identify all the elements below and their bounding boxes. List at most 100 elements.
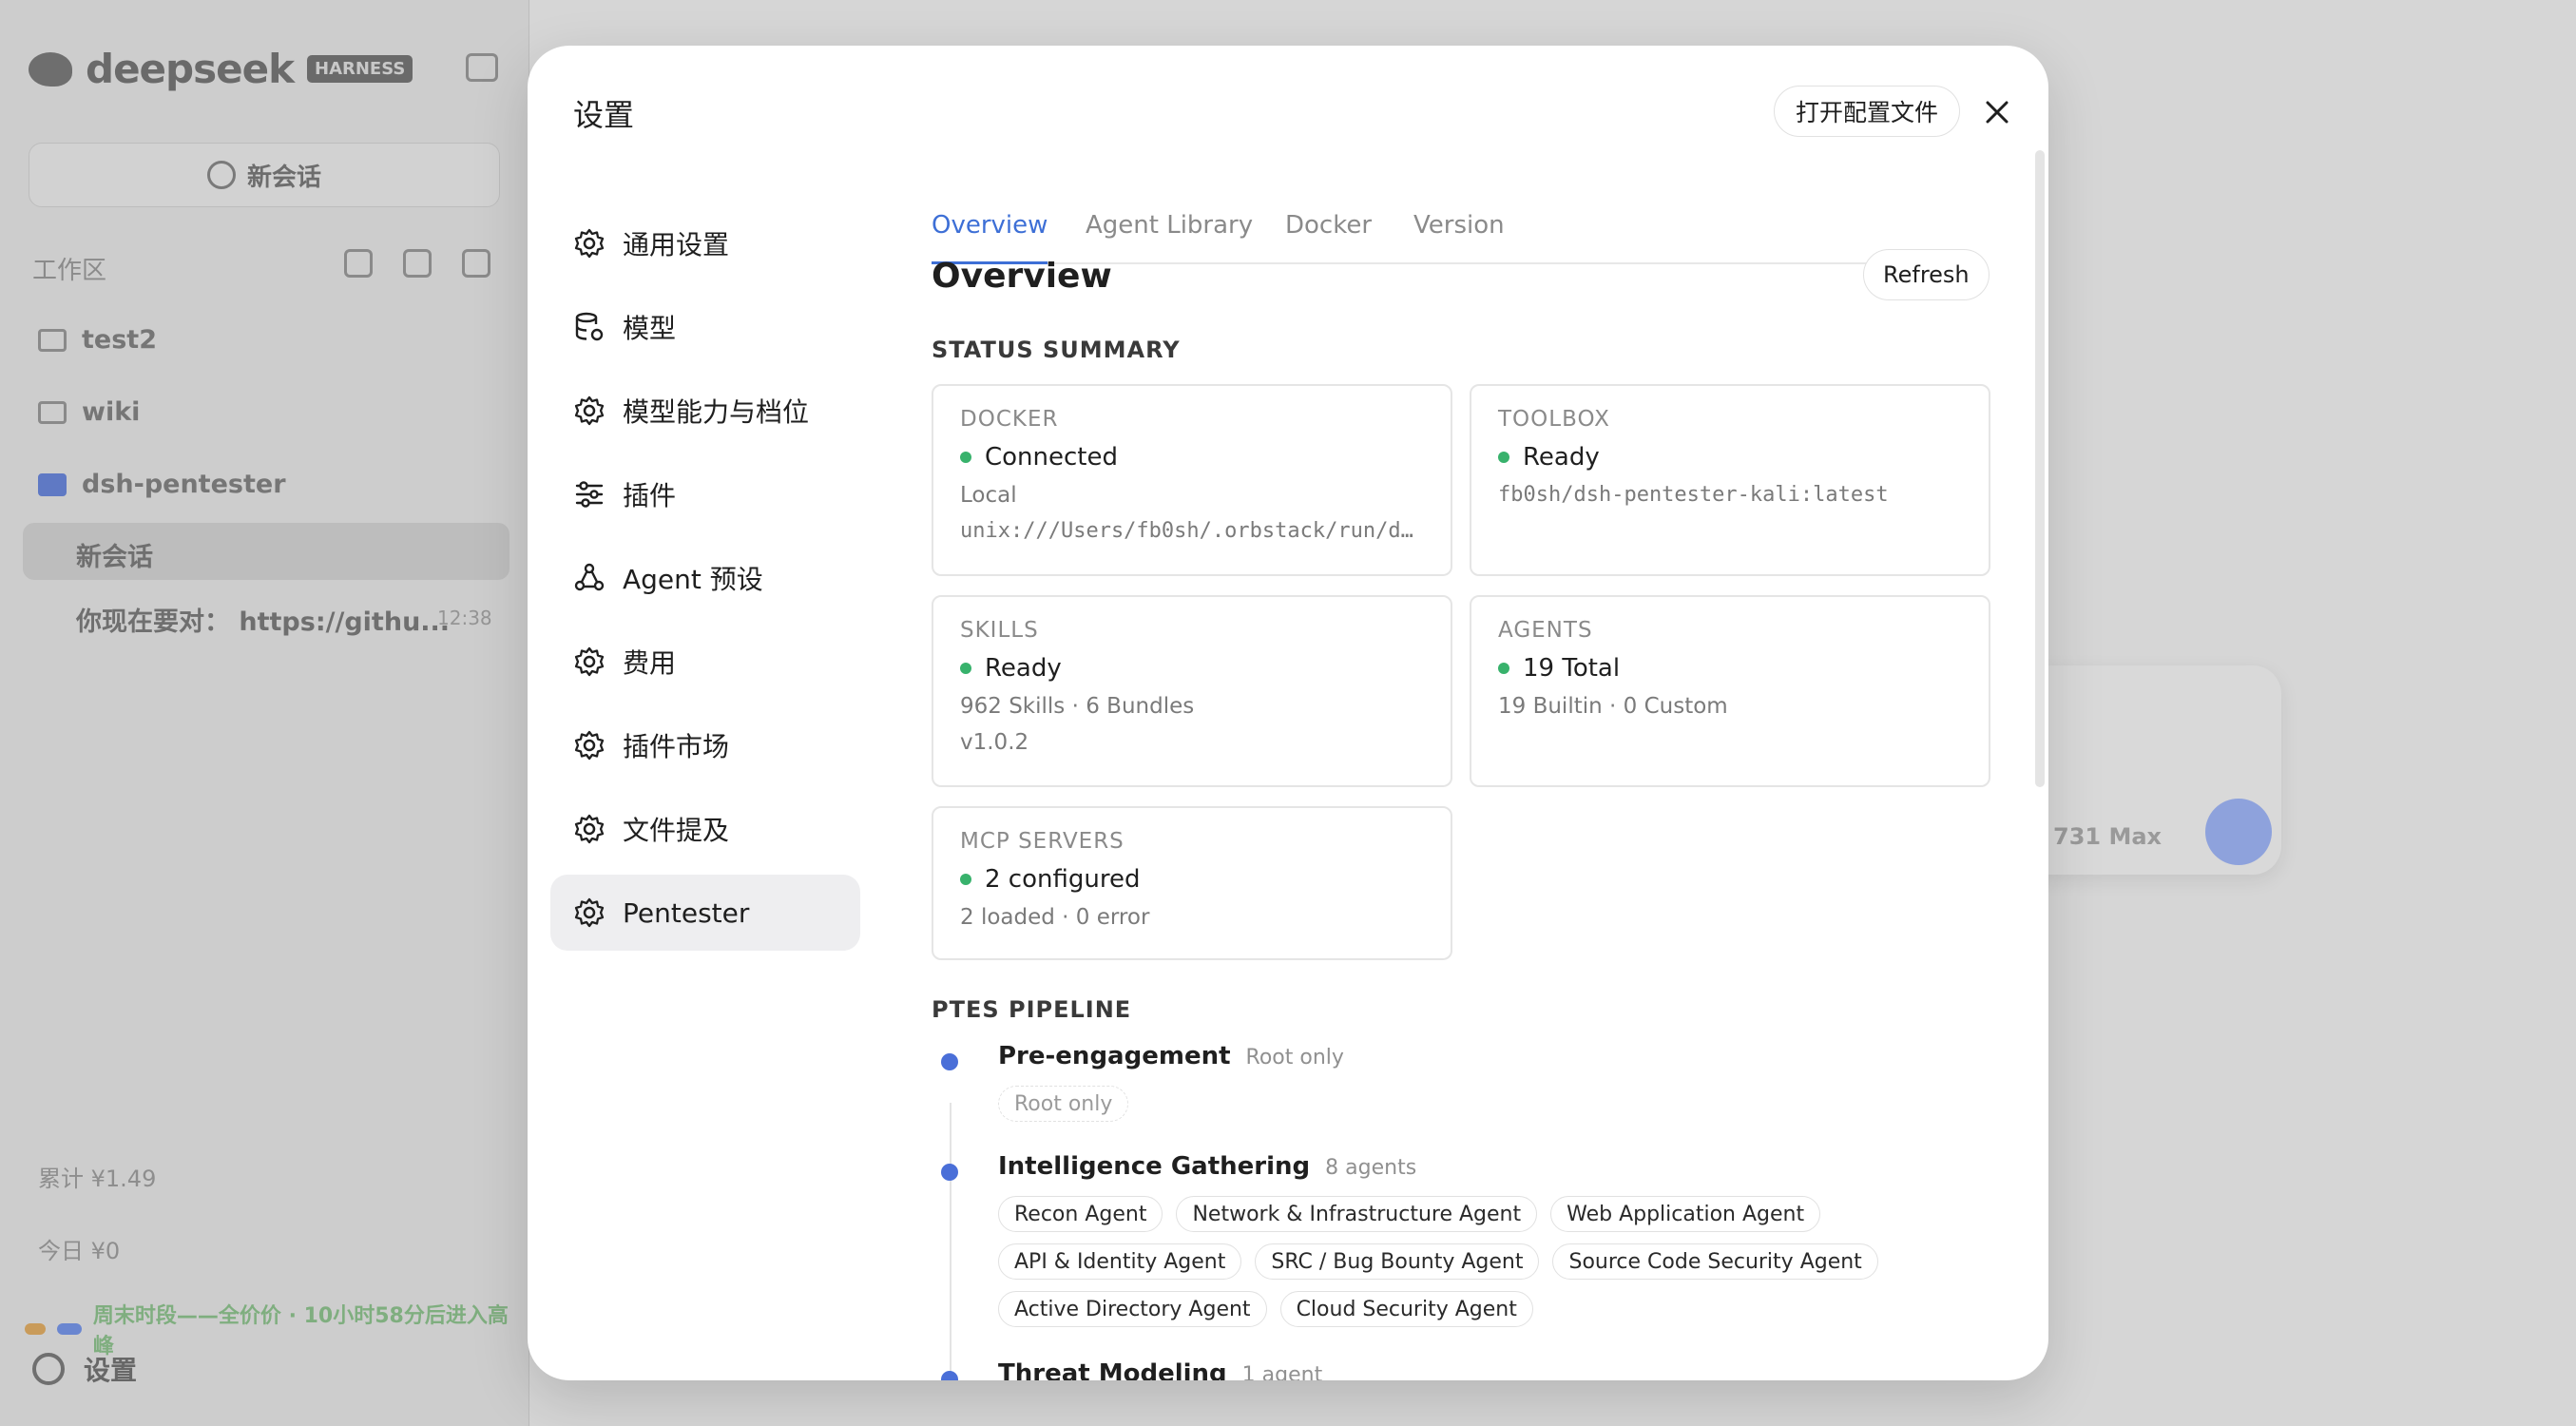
- folder-item[interactable]: dsh-pentester: [38, 470, 286, 499]
- chat-item[interactable]: 你现在要对： https://githu...: [76, 601, 450, 638]
- open-config-button[interactable]: 打开配置文件: [1774, 86, 1961, 137]
- gear-icon: [32, 1353, 65, 1385]
- gear-icon: [574, 395, 605, 426]
- send-button[interactable]: [2205, 799, 2272, 865]
- folder-label: wiki: [82, 397, 141, 427]
- settings-button[interactable]: 设置: [32, 1350, 137, 1388]
- status-bar-segment: [56, 1323, 82, 1335]
- tab-docker[interactable]: Docker: [1285, 211, 1372, 264]
- whale-logo-icon: [29, 51, 72, 87]
- card-detail: 19 Builtin · 0 Custom: [1498, 694, 1728, 719]
- card-label: TOOLBOX: [1498, 407, 1610, 432]
- agent-chip[interactable]: API & Identity Agent: [998, 1243, 1242, 1280]
- cost-today: 今日 ¥0: [38, 1238, 121, 1264]
- nav-item-agent-presets[interactable]: Agent 预设: [550, 540, 860, 616]
- scrollbar-thumb[interactable]: [2035, 150, 2045, 787]
- plus-circle-icon: [206, 161, 236, 189]
- stage-title: Intelligence Gathering 8 agents: [998, 1152, 1416, 1181]
- nav-item-model-capabilities[interactable]: 模型能力与档位: [550, 373, 860, 449]
- stage-count: 8 agents: [1325, 1156, 1417, 1180]
- refresh-button[interactable]: Refresh: [1863, 249, 1990, 300]
- pipeline-stage: Threat Modeling 1 agent: [932, 1359, 1977, 1380]
- close-icon: [1986, 101, 2009, 124]
- nav-label: 模型能力与档位: [623, 396, 810, 428]
- overview-title: Overview: [932, 257, 1112, 296]
- card-label: AGENTS: [1498, 618, 1593, 643]
- nav-item-pentester[interactable]: Pentester: [550, 875, 860, 951]
- stage-dot-icon: [941, 1371, 958, 1380]
- nav-label: 插件: [623, 480, 677, 511]
- settings-nav: 通用设置 模型 模型能力与档位 插件 Agent 预设 费用 插件市场 文件提及…: [550, 205, 860, 958]
- new-chat-button[interactable]: 新会话: [29, 143, 500, 207]
- pipeline-heading: PTES PIPELINE: [932, 996, 1132, 1023]
- stage-title: Threat Modeling 1 agent: [998, 1359, 1322, 1380]
- toolbox-card: TOOLBOX Ready fb0sh/dsh-pentester-kali:l…: [1470, 384, 1990, 576]
- workspace-actions: [344, 249, 490, 278]
- nav-item-plugins[interactable]: 插件: [550, 456, 860, 532]
- status-dot-icon: [1498, 663, 1509, 674]
- card-status: Ready: [960, 654, 1424, 683]
- stage-chip: Root only: [998, 1086, 1129, 1122]
- gear-icon: [574, 646, 605, 677]
- nav-item-general[interactable]: 通用设置: [550, 205, 860, 281]
- agent-chip[interactable]: SRC / Bug Bounty Agent: [1255, 1243, 1540, 1280]
- nav-label: 插件市场: [623, 731, 730, 762]
- gear-icon: [574, 814, 605, 844]
- sidebar-toggle-icon[interactable]: [466, 53, 498, 82]
- agent-chip[interactable]: Network & Infrastructure Agent: [1176, 1196, 1538, 1232]
- gear-icon: [574, 897, 605, 928]
- settings-label: 设置: [84, 1355, 138, 1386]
- mcp-servers-card: MCP SERVERS 2 configured 2 loaded · 0 er…: [932, 806, 1452, 960]
- gear-icon: [574, 228, 605, 259]
- docker-card: DOCKER Connected Local unix:///Users/fb0…: [932, 384, 1452, 576]
- chat-item[interactable]: 新会话: [76, 536, 153, 573]
- status-dot-icon: [960, 452, 971, 463]
- model-selector[interactable]: 731 Max: [2053, 823, 2162, 850]
- card-status: Connected: [960, 443, 1424, 472]
- card-status: 19 Total: [1498, 654, 1962, 683]
- card-detail: 2 loaded · 0 error: [960, 905, 1150, 930]
- card-status: 2 configured: [960, 865, 1424, 894]
- folder-icon: [38, 400, 67, 424]
- folder-item[interactable]: wiki: [38, 397, 140, 427]
- folder-item[interactable]: test2: [38, 325, 157, 355]
- tab-bar: Overview Agent Library Docker Version: [932, 160, 1973, 264]
- nav-item-plugin-market[interactable]: 插件市场: [550, 707, 860, 783]
- brand-name: deepseek: [86, 46, 295, 92]
- nav-label: Agent 预设: [623, 564, 763, 595]
- new-chat-label: 新会话: [246, 163, 321, 192]
- status-text: Ready: [1523, 443, 1600, 472]
- card-detail: 962 Skills · 6 Bundles: [960, 694, 1195, 719]
- stage-count: 1 agent: [1241, 1363, 1323, 1380]
- skills-version: v1.0.2: [960, 730, 1029, 755]
- nav-item-costs[interactable]: 费用: [550, 624, 860, 700]
- new-folder-icon[interactable]: [462, 249, 490, 278]
- status-summary-heading: STATUS SUMMARY: [932, 337, 1181, 363]
- stage-chips: Recon Agent Network & Infrastructure Age…: [998, 1196, 1968, 1327]
- nav-item-file-mentions[interactable]: 文件提及: [550, 791, 860, 867]
- agents-card: AGENTS 19 Total 19 Builtin · 0 Custom: [1470, 595, 1990, 787]
- nav-label: 费用: [623, 647, 677, 679]
- status-text: Ready: [985, 654, 1062, 683]
- agent-chip[interactable]: Recon Agent: [998, 1196, 1163, 1232]
- stage-dot-icon: [941, 1164, 958, 1181]
- status-dot-icon: [1498, 452, 1509, 463]
- tab-version[interactable]: Version: [1413, 211, 1505, 264]
- status-dot-icon: [960, 874, 971, 885]
- stage-title: Pre-engagement Root only: [998, 1042, 1344, 1070]
- agent-chip[interactable]: Web Application Agent: [1550, 1196, 1821, 1232]
- close-button[interactable]: [1978, 93, 2016, 131]
- search-icon[interactable]: [344, 249, 373, 278]
- share-icon[interactable]: [403, 249, 432, 278]
- folder-icon: [38, 328, 67, 352]
- nav-item-models[interactable]: 模型: [550, 289, 860, 365]
- status-text: 19 Total: [1523, 654, 1621, 683]
- brand-badge: HARNESS: [307, 55, 413, 83]
- status-bar-segment: [25, 1323, 46, 1335]
- agent-chip[interactable]: Cloud Security Agent: [1279, 1291, 1533, 1327]
- agent-chip[interactable]: Source Code Security Agent: [1552, 1243, 1878, 1280]
- agent-chip[interactable]: Active Directory Agent: [998, 1291, 1267, 1327]
- stage-dot-icon: [941, 1053, 958, 1070]
- stage-count: Root only: [1245, 1046, 1344, 1070]
- gear-icon: [574, 730, 605, 761]
